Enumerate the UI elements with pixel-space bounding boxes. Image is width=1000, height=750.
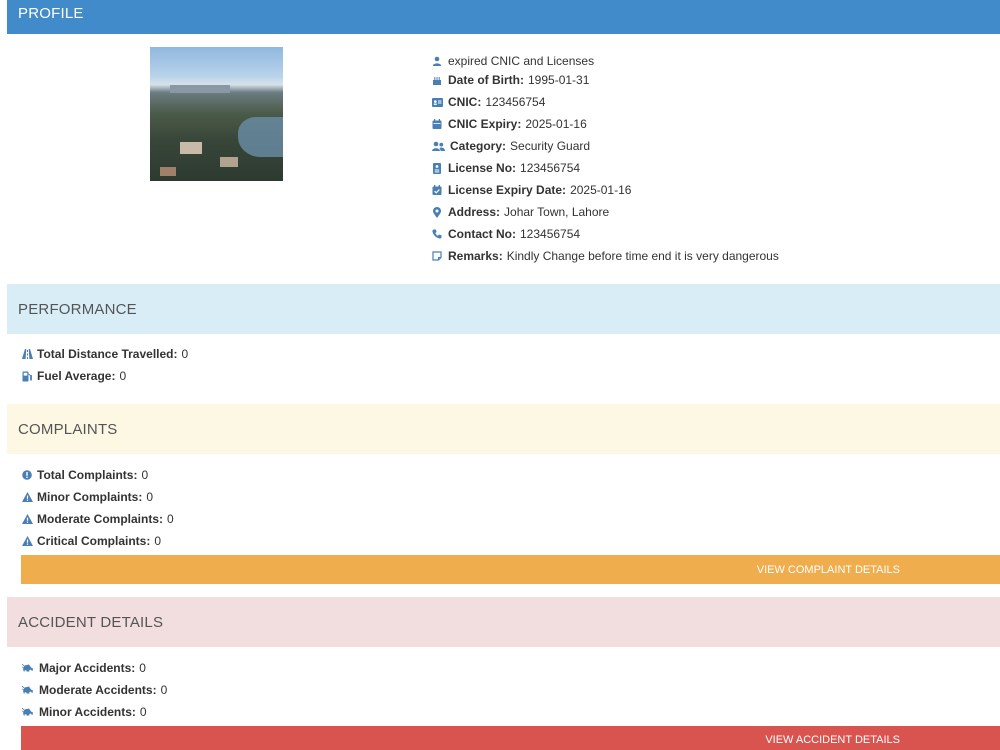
view-complaint-details-button[interactable]: VIEW COMPLAINT DETAILS <box>21 555 1000 584</box>
stat-moderate-complaints-row: Moderate Complaints: 0 <box>20 508 174 530</box>
profile-field-cnic: CNIC: 123456754 <box>430 91 779 113</box>
license-no-value: 123456754 <box>520 161 581 175</box>
moderate-complaints-value: 0 <box>167 512 174 526</box>
dob-value: 1995-01-31 <box>528 73 590 87</box>
stat-minor-accidents-row: Minor Accidents: 0 <box>20 701 167 723</box>
exclamation-circle-icon <box>20 468 34 482</box>
accident-list: Major Accidents: 0 Moderate Accidents: 0… <box>20 657 167 723</box>
address-label: Address: <box>448 205 501 219</box>
user-icon <box>430 54 444 68</box>
warning-triangle-icon <box>20 490 34 504</box>
profile-field-contact: Contact No: 123456754 <box>430 223 779 245</box>
address-value: Johar Town, Lahore <box>504 205 610 219</box>
critical-complaints-label: Critical Complaints: <box>37 534 151 548</box>
warning-triangle-icon <box>20 534 34 548</box>
profile-field-dob: Date of Birth: 1995-01-31 <box>430 69 779 91</box>
phone-icon <box>430 227 444 241</box>
minor-accidents-value: 0 <box>139 705 147 719</box>
calendar-icon <box>430 117 444 131</box>
distance-label: Total Distance Travelled: <box>37 347 178 361</box>
minor-complaints-label: Minor Complaints: <box>37 490 143 504</box>
view-complaint-details-label: VIEW COMPLAINT DETAILS <box>756 563 900 576</box>
profile-status-row: expired CNIC and Licenses <box>430 52 779 69</box>
moderate-accidents-value: 0 <box>160 683 168 697</box>
profile-field-address: Address: Johar Town, Lahore <box>430 201 779 223</box>
major-accidents-value: 0 <box>139 661 146 675</box>
license-expiry-value: 2025-01-16 <box>570 183 632 197</box>
distance-value: 0 <box>181 347 189 361</box>
cnic-expiry-value: 2025-01-16 <box>525 117 587 131</box>
car-crash-icon <box>20 705 36 719</box>
map-marker-icon <box>430 205 444 219</box>
critical-complaints-value: 0 <box>154 534 162 548</box>
major-accidents-label: Major Accidents: <box>39 661 136 675</box>
warning-triangle-icon <box>20 512 34 526</box>
cnic-label: CNIC: <box>448 95 482 109</box>
complaints-section-header: COMPLAINTS <box>7 404 1000 454</box>
profile-info-list: expired CNIC and Licenses Date of Birth:… <box>430 52 779 267</box>
total-complaints-label: Total Complaints: <box>37 468 138 482</box>
profile-status-text: expired CNIC and Licenses <box>448 53 595 68</box>
moderate-accidents-label: Moderate Accidents: <box>39 683 157 697</box>
category-label: Category: <box>450 139 507 153</box>
remarks-label: Remarks: <box>448 249 503 263</box>
minor-complaints-value: 0 <box>146 490 154 504</box>
performance-list: Total Distance Travelled: 0 Fuel Average… <box>20 343 188 387</box>
road-icon <box>20 347 34 361</box>
performance-section-header: PERFORMANCE <box>7 284 1000 334</box>
profile-field-license-expiry: License Expiry Date: 2025-01-16 <box>430 179 779 201</box>
complaints-list: Total Complaints: 0 Minor Complaints: 0 … <box>20 464 174 552</box>
fuel-value: 0 <box>119 369 127 383</box>
stat-major-accidents-row: Major Accidents: 0 <box>20 657 167 679</box>
dob-label: Date of Birth: <box>448 73 524 87</box>
license-icon <box>430 161 444 175</box>
accident-header-title: ACCIDENT DETAILS <box>18 613 164 631</box>
complaints-header-title: COMPLAINTS <box>18 420 118 438</box>
stat-critical-complaints-row: Critical Complaints: 0 <box>20 530 174 552</box>
profile-field-category: Category: Security Guard <box>430 135 779 157</box>
stat-minor-complaints-row: Minor Complaints: 0 <box>20 486 174 508</box>
profile-field-remarks: Remarks: Kindly Change before time end i… <box>430 245 779 267</box>
users-icon <box>430 139 446 153</box>
calendar-check-icon <box>430 183 444 197</box>
profile-photo <box>150 47 283 181</box>
total-complaints-value: 0 <box>141 468 149 482</box>
stat-total-complaints-row: Total Complaints: 0 <box>20 464 174 486</box>
view-accident-details-label: VIEW ACCIDENT DETAILS <box>765 734 900 746</box>
contact-value: 123456754 <box>520 227 581 241</box>
moderate-complaints-label: Moderate Complaints: <box>37 512 164 526</box>
license-no-label: License No: <box>448 161 517 175</box>
cnic-expiry-label: CNIC Expiry: <box>448 117 522 131</box>
gas-pump-icon <box>20 369 34 383</box>
stat-moderate-accidents-row: Moderate Accidents: 0 <box>20 679 167 701</box>
car-crash-icon <box>20 683 36 697</box>
category-value: Security Guard <box>510 139 591 153</box>
contact-label: Contact No: <box>448 227 516 241</box>
stat-fuel-row: Fuel Average: 0 <box>20 365 188 387</box>
profile-section-header: PROFILE <box>7 0 1000 34</box>
cnic-value: 123456754 <box>485 95 546 109</box>
id-card-icon <box>430 95 444 109</box>
profile-field-cnic-expiry: CNIC Expiry: 2025-01-16 <box>430 113 779 135</box>
license-expiry-label: License Expiry Date: <box>448 183 567 197</box>
minor-accidents-label: Minor Accidents: <box>39 705 136 719</box>
fuel-label: Fuel Average: <box>37 369 116 383</box>
performance-header-title: PERFORMANCE <box>18 300 137 318</box>
remarks-value: Kindly Change before time end it is very… <box>506 249 779 263</box>
accident-section-header: ACCIDENT DETAILS <box>7 597 1000 647</box>
car-crash-icon <box>20 661 36 675</box>
profile-header-title: PROFILE <box>18 5 84 22</box>
profile-field-license-no: License No: 123456754 <box>430 157 779 179</box>
sticky-note-icon <box>430 249 444 263</box>
view-accident-details-button[interactable]: VIEW ACCIDENT DETAILS <box>21 726 1000 750</box>
birthday-cake-icon <box>430 73 444 87</box>
stat-distance-row: Total Distance Travelled: 0 <box>20 343 188 365</box>
